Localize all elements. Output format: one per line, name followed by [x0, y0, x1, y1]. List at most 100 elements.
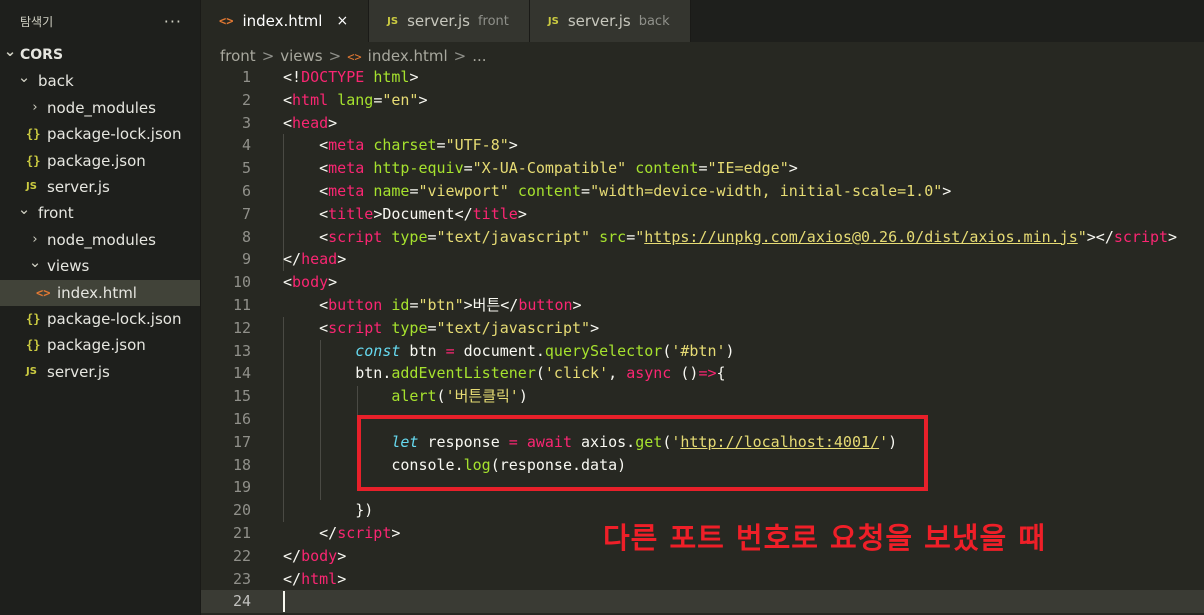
breadcrumb-front[interactable]: front: [220, 47, 256, 65]
code-token: >: [328, 113, 338, 132]
code-token: (: [535, 364, 545, 383]
chevron-down-icon[interactable]: ⌄: [17, 200, 31, 218]
code-token: btn: [400, 341, 446, 360]
code-line[interactable]: 14 btn.addEventListener('click', async (…: [201, 362, 1204, 385]
breadcrumb-symbols[interactable]: ...: [472, 47, 486, 65]
tree-item-package-lock-json[interactable]: {} package-lock.json: [0, 121, 200, 147]
code-line[interactable]: 13 const btn = document.querySelector('#…: [201, 340, 1204, 363]
code-line[interactable]: 2 <html lang="en">: [201, 89, 1204, 112]
breadcrumb-file[interactable]: index.html: [368, 47, 448, 65]
code-token: "UTF-8": [445, 136, 509, 155]
tree-item-front[interactable]: ⌄ front: [0, 200, 200, 226]
code-token: script: [1113, 227, 1169, 246]
code-token: meta: [328, 136, 365, 155]
chevron-down-icon[interactable]: ⌄: [17, 68, 31, 86]
tab-server-js-front[interactable]: JS server.js front: [369, 0, 530, 42]
code-token: '#btn': [671, 341, 726, 360]
more-actions-icon[interactable]: ···: [164, 12, 182, 31]
json-file-icon: {}: [26, 338, 41, 353]
tree-item-package-json[interactable]: {} package.json: [0, 148, 200, 174]
tree-item-package-json[interactable]: {} package.json: [0, 332, 200, 358]
code-token: "text/javascript": [436, 227, 591, 246]
code-token: const: [355, 341, 401, 360]
code-token: ></: [1086, 227, 1114, 246]
code-token: ": [1077, 227, 1087, 246]
js-file-icon: JS: [547, 15, 559, 27]
tree-item-label: index.html: [57, 283, 137, 302]
code-token: <!: [283, 68, 302, 86]
code-line[interactable]: 24: [201, 590, 1204, 614]
breadcrumb-views[interactable]: views: [280, 47, 322, 65]
code-line[interactable]: 9 </head>: [201, 248, 1204, 271]
line-number: 4: [241, 136, 251, 155]
code-token: >: [337, 569, 347, 588]
code-token: </: [283, 250, 302, 269]
code-line[interactable]: 23 </html>: [201, 568, 1204, 591]
code-text: }): [283, 499, 373, 522]
code-line[interactable]: 4 <meta charset="UTF-8">: [201, 134, 1204, 157]
code-token: >버튼</: [463, 296, 519, 314]
code-line[interactable]: 11 <button id="btn">버튼</button>: [201, 294, 1204, 317]
tab-index-html[interactable]: <> index.html ×: [201, 0, 370, 42]
tab-label: server.js: [407, 12, 470, 30]
code-line[interactable]: 10 <body>: [201, 271, 1204, 294]
close-tab-icon[interactable]: ×: [336, 13, 348, 29]
tree-item-package-lock-json[interactable]: {} package-lock.json: [0, 306, 200, 332]
code-token: "X-UA-Compatible": [472, 159, 627, 178]
code-text: <body>: [283, 271, 337, 294]
tree-item-index-html[interactable]: <> index.html: [0, 279, 200, 306]
code-token: =>: [698, 364, 717, 383]
code-line[interactable]: 3 <head>: [201, 112, 1204, 135]
code-token: "viewport": [418, 182, 509, 200]
tree-item-server-js[interactable]: JS server.js: [0, 359, 200, 385]
code-token: type: [391, 227, 428, 246]
code-line[interactable]: 12 <script type="text/javascript">: [201, 317, 1204, 340]
code-token: >Document</: [373, 204, 473, 223]
code-line[interactable]: 1 <!DOCTYPE html>: [201, 66, 1204, 89]
explorer-sidebar: 탐색기 ··· ⌄ CORS ⌄ back › node_modules{} package…: [0, 0, 201, 615]
code-token: title: [328, 204, 374, 223]
tree-item-views[interactable]: ⌄ views: [0, 253, 200, 279]
code-token: >: [409, 68, 419, 86]
tree-item-node-modules[interactable]: › node_modules: [0, 95, 200, 121]
line-number: 8: [241, 227, 251, 246]
code-token: =: [373, 90, 383, 109]
code-token: type: [391, 318, 428, 337]
code-token: script: [337, 524, 392, 542]
code-text: <html lang="en">: [283, 89, 428, 112]
line-number: 21: [232, 524, 251, 542]
code-token: content: [517, 182, 582, 200]
code-token: ): [725, 341, 735, 360]
text-cursor: [283, 591, 285, 613]
line-number: 12: [232, 318, 251, 337]
code-token: >: [508, 136, 518, 155]
tree-item-back[interactable]: ⌄ back: [0, 68, 200, 94]
code-line[interactable]: 15 alert('버튼클릭'): [201, 385, 1204, 408]
code-line[interactable]: 5 <meta http-equiv="X-UA-Compatible" con…: [201, 157, 1204, 180]
chevron-right-icon[interactable]: ›: [28, 227, 42, 253]
line-number: 6: [241, 182, 251, 200]
tree-item-label: package-lock.json: [47, 125, 182, 144]
code-token: html: [373, 68, 410, 86]
code-token[interactable]: https://unpkg.com/axios@0.26.0/dist/axio…: [644, 228, 1077, 246]
code-line[interactable]: 8 <script type="text/javascript" src="ht…: [201, 226, 1204, 249]
code-line[interactable]: 6 <meta name="viewport" content="width=d…: [201, 180, 1204, 203]
tree-item-node-modules[interactable]: › node_modules: [0, 227, 200, 253]
code-token: "IE=edge": [707, 159, 789, 178]
tree-item-cors[interactable]: ⌄ CORS: [0, 42, 200, 68]
chevron-down-icon[interactable]: ⌄: [28, 253, 42, 271]
line-number: 24: [232, 592, 251, 611]
code-token: >: [942, 182, 952, 200]
code-token: =: [581, 182, 591, 200]
code-token: head: [292, 113, 329, 132]
code-line[interactable]: 7 <title>Document</title>: [201, 203, 1204, 226]
chevron-right-icon[interactable]: ›: [28, 95, 42, 121]
tab-server-js-back[interactable]: JS server.js back: [529, 0, 691, 42]
line-number: 17: [232, 432, 251, 451]
chevron-down-icon[interactable]: ⌄: [3, 42, 17, 60]
code-token: >: [590, 318, 600, 337]
tree-item-server-js[interactable]: JS server.js: [0, 174, 200, 200]
